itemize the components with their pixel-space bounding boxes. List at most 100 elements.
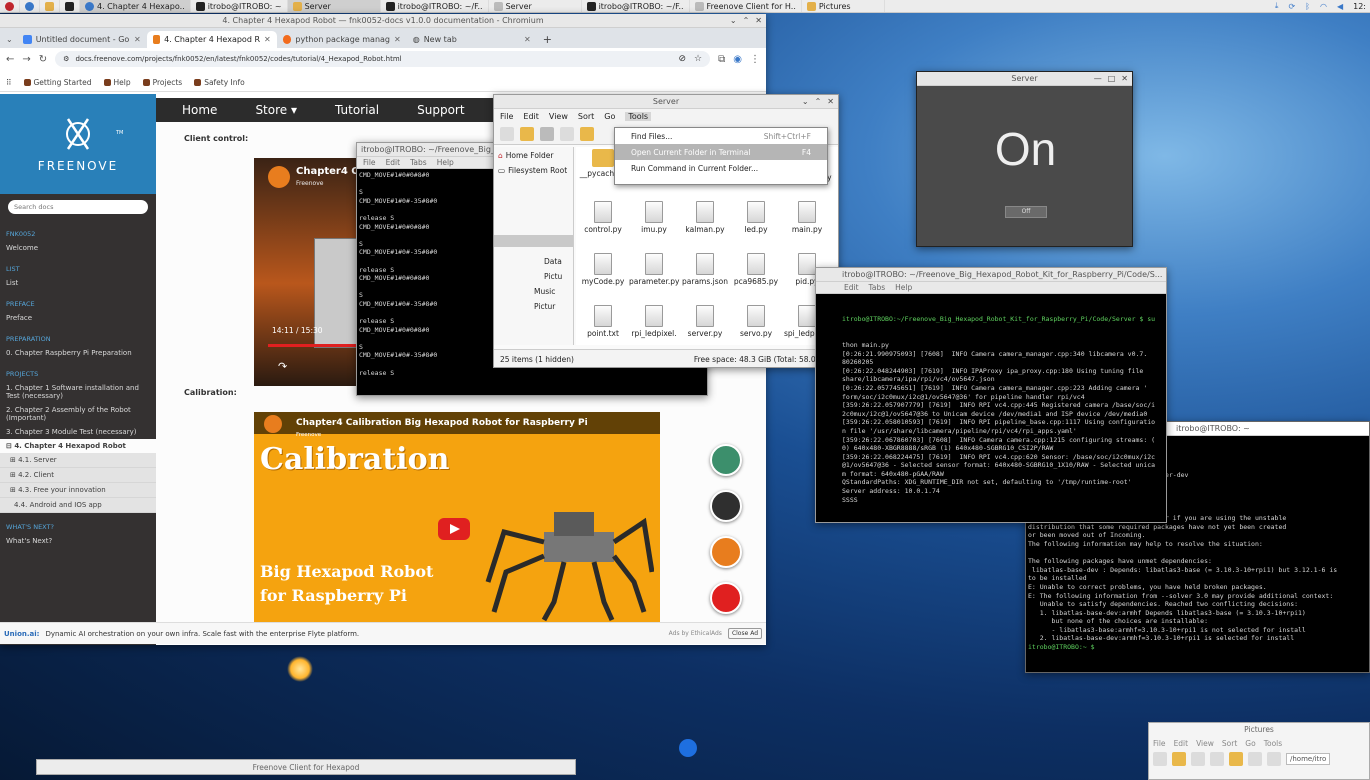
minimize-icon[interactable]: ⌄ xyxy=(802,97,809,106)
site-nav-tutorial[interactable]: Tutorial xyxy=(335,103,379,117)
pictures-title[interactable]: Pictures xyxy=(1149,723,1369,737)
menu-tools[interactable]: Tools xyxy=(1264,739,1282,748)
ad-brand[interactable]: Union.ai: xyxy=(4,630,39,638)
menu-icon[interactable] xyxy=(0,0,20,12)
taskbar-item-client[interactable]: Freenove Client for H.. xyxy=(690,0,802,12)
share-icon[interactable]: ↷ xyxy=(278,360,287,373)
download-icon[interactable]: ⤓ xyxy=(1275,1,1279,11)
nav-whats-next[interactable]: What's Next? xyxy=(0,534,156,548)
tree-music[interactable]: Music xyxy=(494,281,573,296)
home-icon[interactable] xyxy=(580,126,594,141)
tab-new-tab[interactable]: ◍ New tab ✕ xyxy=(407,31,537,48)
nav-sub-android-ios[interactable]: 4.4. Android and IOS app xyxy=(0,498,156,513)
menu-view[interactable]: View xyxy=(1196,739,1214,748)
menu-sort[interactable]: Sort xyxy=(578,112,594,121)
nav-welcome[interactable]: Welcome xyxy=(0,241,156,255)
tab-untitled-document[interactable]: Untitled document - Go ✕ xyxy=(17,31,147,48)
site-nav-support[interactable]: Support xyxy=(417,103,464,117)
new-tab-icon[interactable]: + xyxy=(537,33,558,48)
maximize-icon[interactable]: ⌃ xyxy=(815,97,822,106)
video-calibration[interactable]: Chapter4 Calibration Big Hexapod Robot f… xyxy=(254,412,660,622)
expand-icon[interactable]: ⊞ xyxy=(10,486,18,494)
menu-file[interactable]: File xyxy=(1153,739,1166,748)
nav-preface[interactable]: Preface xyxy=(0,311,156,325)
expand-icon[interactable]: ⊞ xyxy=(10,471,18,479)
menu-item-find-files[interactable]: Find Files... Shift+Ctrl+F xyxy=(615,128,827,144)
hide-icon[interactable]: ⊘ xyxy=(679,54,687,64)
new-tab-icon[interactable] xyxy=(500,126,514,141)
maximize-icon[interactable]: ⌃ xyxy=(743,16,750,25)
taskbar-item-pictures[interactable]: Pictures xyxy=(802,0,885,12)
taskbar-item-terminal[interactable]: itrobo@ITROBO: ~ xyxy=(191,0,288,12)
bookmark-projects[interactable]: Projects xyxy=(142,78,182,87)
site-nav-home[interactable]: Home xyxy=(182,103,217,117)
site-info-icon[interactable]: ⚙ xyxy=(63,55,69,63)
home-icon[interactable] xyxy=(1229,752,1243,766)
menu-edit[interactable]: Edit xyxy=(523,112,539,121)
bookmark-help[interactable]: Help xyxy=(103,78,131,87)
file-item[interactable]: rpi_ledpixel. xyxy=(629,305,679,338)
bookmark-safety-info[interactable]: Safety Info xyxy=(194,78,245,87)
close-ad-button[interactable]: Close Ad xyxy=(727,628,762,639)
terminal-2-output[interactable]: itrobo@ITROBO:~/Freenove_Big_Hexapod_Rob… xyxy=(816,294,1166,522)
files-launcher-icon[interactable] xyxy=(40,0,60,12)
nav-chapter-0[interactable]: 0. Chapter Raspberry Pi Preparation xyxy=(0,346,156,360)
close-tab-icon[interactable]: ✕ xyxy=(394,35,401,44)
address-bar[interactable]: ⚙ docs.freenove.com/projects/fnk0052/en/… xyxy=(55,51,711,67)
file-item[interactable]: pca9685.py xyxy=(731,253,781,286)
ad-by[interactable]: Ads by EthicalAds xyxy=(669,630,722,637)
file-item[interactable]: params.json xyxy=(680,253,730,286)
terminal-2-titlebar[interactable]: itrobo@ITROBO: ~/Freenove_Big_Hexapod_Ro… xyxy=(816,268,1166,282)
close-tab-icon[interactable]: ✕ xyxy=(134,35,141,44)
wifi-icon[interactable]: ◠ xyxy=(1320,2,1327,11)
file-item[interactable]: imu.py xyxy=(629,201,679,234)
file-item[interactable]: point.txt xyxy=(578,305,628,338)
search-docs-input[interactable]: Search docs xyxy=(8,200,148,214)
menu-edit[interactable]: Edit xyxy=(386,158,401,167)
minimize-icon[interactable]: — xyxy=(1094,74,1102,83)
browser-launcher-icon[interactable] xyxy=(20,0,40,12)
menu-item-open-in-terminal[interactable]: Open Current Folder in Terminal F4 xyxy=(615,144,827,160)
youtube-play-button[interactable] xyxy=(438,518,470,540)
youtube-icon[interactable] xyxy=(710,582,742,614)
expand-icon[interactable]: ⊞ xyxy=(10,456,18,464)
menu-tabs[interactable]: Tabs xyxy=(869,283,886,292)
new-folder-icon[interactable] xyxy=(520,126,534,141)
tab-python-package[interactable]: python package manag ✕ xyxy=(277,31,407,48)
minimize-icon[interactable]: ⌄ xyxy=(730,16,737,25)
file-item[interactable]: servo.py xyxy=(731,305,781,338)
server-off-button[interactable]: Off xyxy=(1005,206,1047,218)
path-input[interactable]: /home/itro xyxy=(1286,753,1331,765)
list-view-icon[interactable] xyxy=(1210,752,1224,766)
apps-icon[interactable]: ⠿ xyxy=(6,78,12,87)
update-icon[interactable]: ⟳ xyxy=(1288,2,1295,11)
file-item[interactable]: kalman.py xyxy=(680,201,730,234)
profile-icon[interactable]: ◉ xyxy=(733,54,742,65)
chat-icon[interactable] xyxy=(710,490,742,522)
file-item[interactable]: led.py xyxy=(731,201,781,234)
menu-edit[interactable]: Edit xyxy=(1174,739,1189,748)
tree-data[interactable]: Data xyxy=(494,247,573,266)
freenove-logo[interactable]: FREENOVE TM xyxy=(0,94,156,194)
ad-text[interactable]: Dynamic AI orchestration on your own inf… xyxy=(45,630,359,638)
icon-view-icon[interactable] xyxy=(1191,752,1205,766)
server-app-titlebar[interactable]: Server — □ ✕ xyxy=(917,72,1132,86)
menu-sort[interactable]: Sort xyxy=(1222,739,1237,748)
menu-file[interactable]: File xyxy=(363,158,376,167)
bluetooth-icon[interactable]: ᛒ xyxy=(1305,2,1310,11)
menu-go[interactable]: Go xyxy=(1245,739,1255,748)
file-item[interactable]: control.py xyxy=(578,201,628,234)
icon-view-icon[interactable] xyxy=(540,126,554,141)
back-icon[interactable]: ← xyxy=(6,54,14,65)
more-menu-icon[interactable]: ⋮ xyxy=(750,54,760,65)
nav-chapter-3[interactable]: 3. Chapter 3 Module Test (necessary) xyxy=(0,425,156,439)
terminal-launcher-icon[interactable] xyxy=(60,0,80,12)
reload-icon[interactable]: ↻ xyxy=(39,54,47,65)
client-window[interactable]: Freenove Client for Hexapod xyxy=(36,759,576,775)
extension-icon[interactable]: ⧉ xyxy=(718,54,725,65)
close-icon[interactable]: ✕ xyxy=(1121,74,1128,83)
file-manager-titlebar[interactable]: Server ⌄ ⌃ ✕ xyxy=(494,95,838,109)
file-item[interactable]: main.py xyxy=(782,201,832,234)
nav-sub-client[interactable]: ⊞ 4.2. Client xyxy=(0,468,156,483)
file-item[interactable]: parameter.py xyxy=(629,253,680,286)
